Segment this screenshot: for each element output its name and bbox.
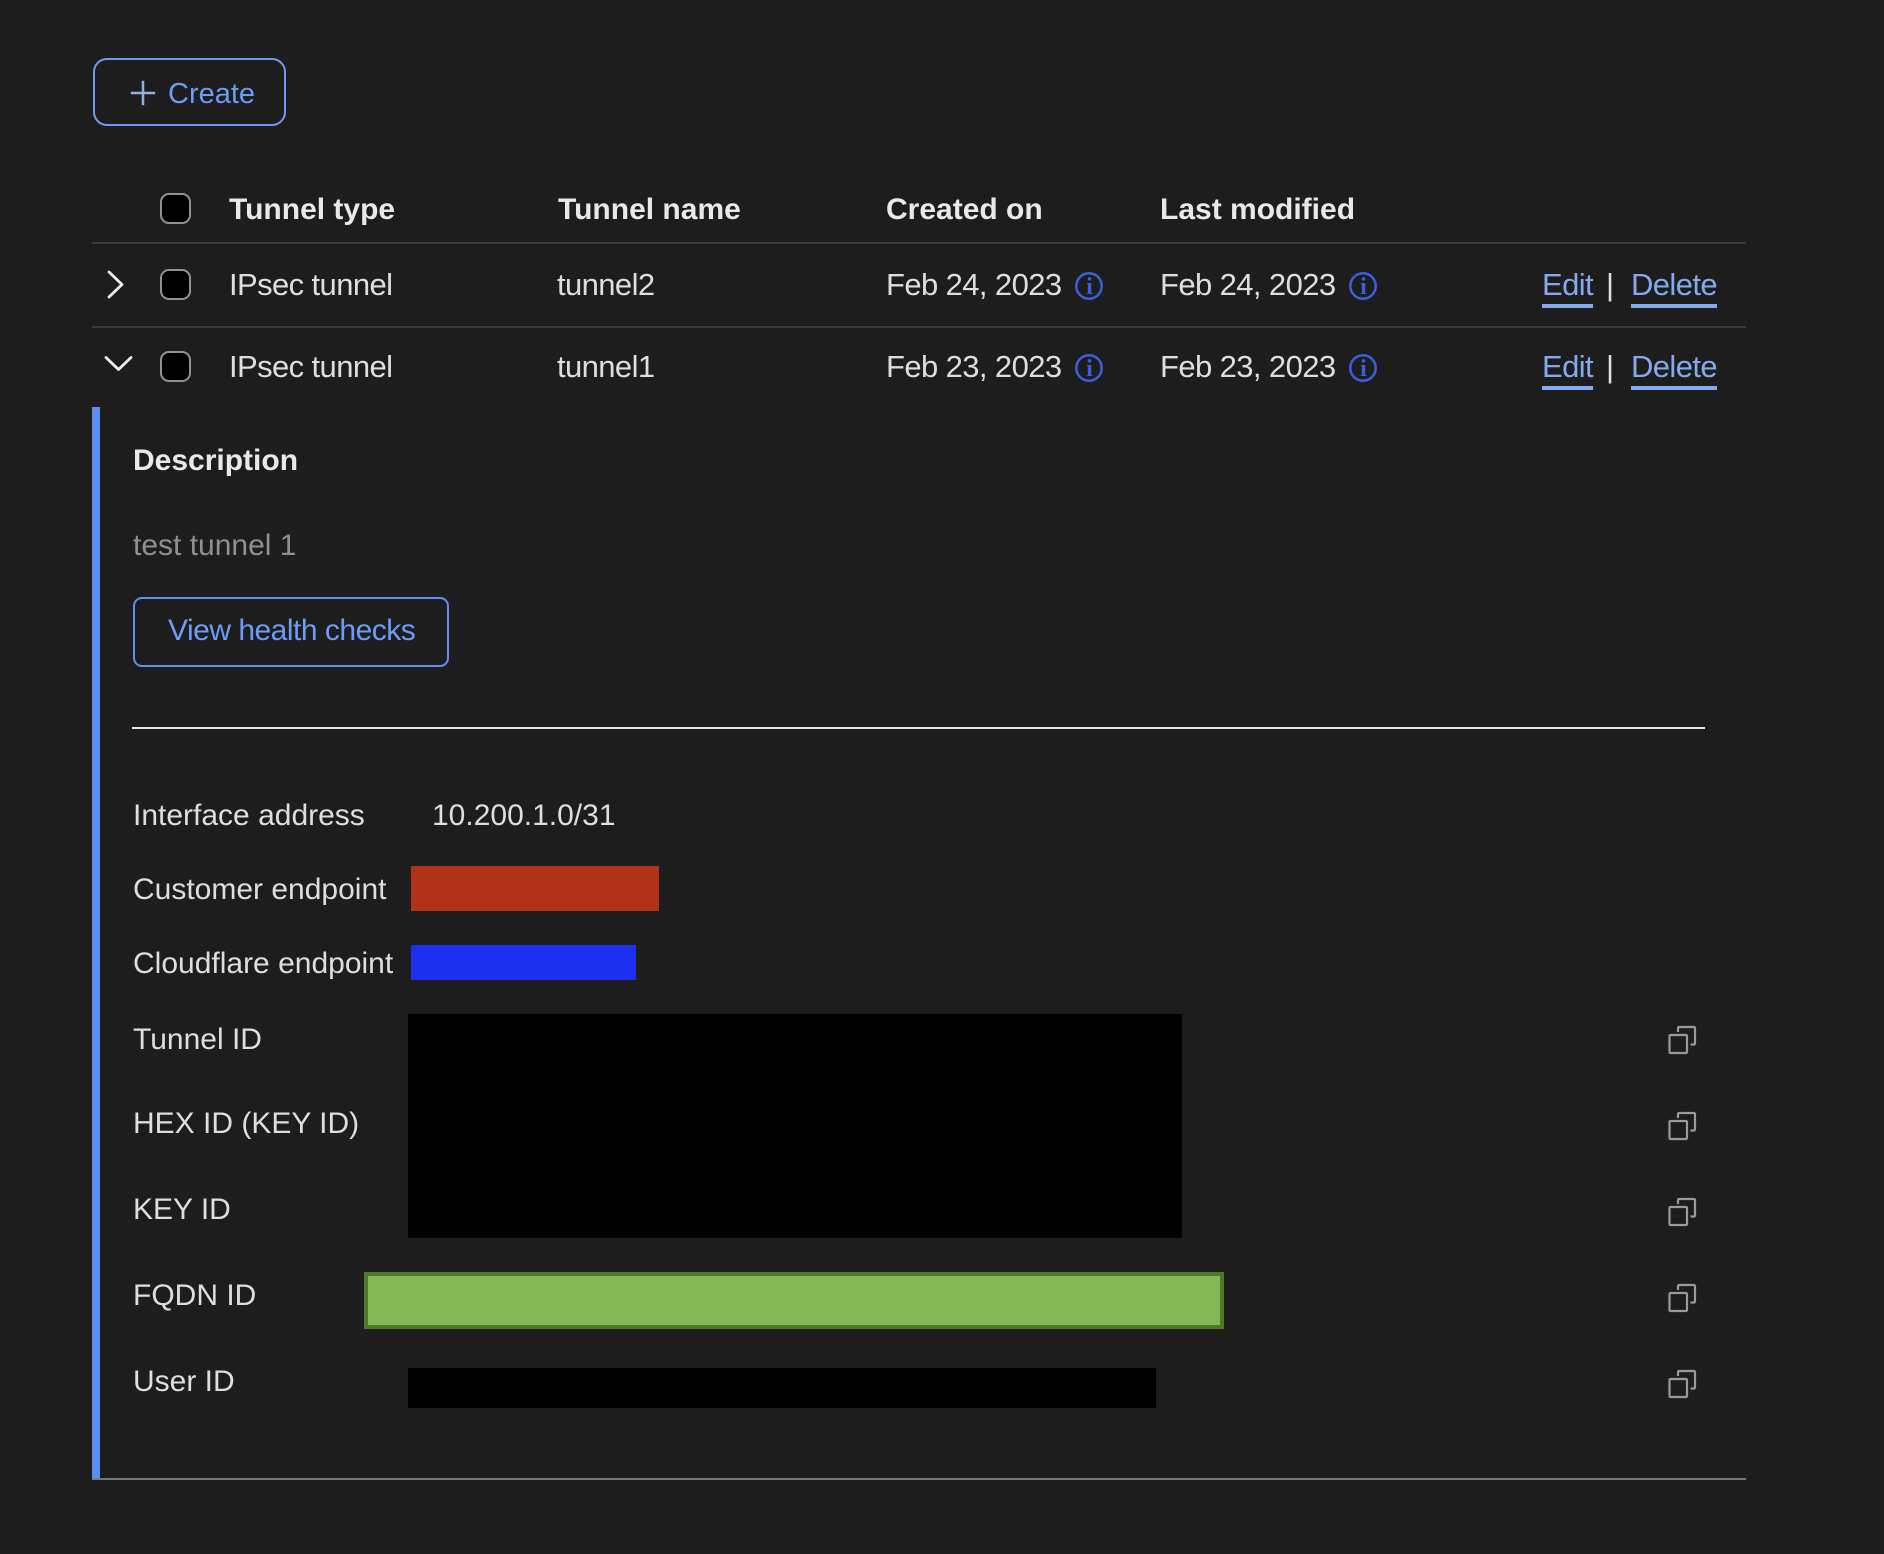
svg-text:i: i <box>1086 356 1093 382</box>
svg-text:i: i <box>1360 356 1367 382</box>
svg-text:i: i <box>1360 274 1367 300</box>
svg-text:i: i <box>1086 274 1093 300</box>
